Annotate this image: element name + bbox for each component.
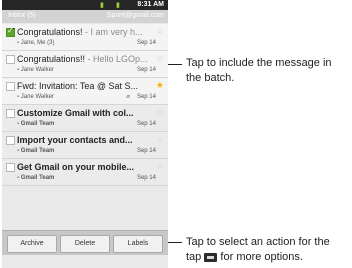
callout-text-bottom: Tap to select an action for the tap for … <box>186 235 352 265</box>
star-icon[interactable]: ☆ <box>156 107 164 118</box>
list-item[interactable]: Congratulations!! - Hello LGOp... ☆ Jane… <box>2 51 168 78</box>
callout-line: tap for more options. <box>186 250 352 265</box>
message-date: Sep 14 <box>136 40 156 46</box>
list-item[interactable]: Fwd: Invitation: Tea @ Sat S... ★ Jane W… <box>2 78 168 105</box>
delete-button[interactable]: Delete <box>60 235 110 253</box>
star-icon[interactable]: ☆ <box>156 26 164 37</box>
select-checkbox[interactable] <box>6 26 15 37</box>
select-checkbox[interactable] <box>6 109 15 118</box>
select-checkbox[interactable] <box>6 55 15 64</box>
account-email: Sprint@gmail.com <box>106 12 164 19</box>
labels-button[interactable]: Labels <box>113 235 163 253</box>
message-subject: Customize Gmail with col... <box>17 108 134 118</box>
message-subject: Congratulations!! - Hello LGOp... <box>17 54 147 64</box>
message-subject: Fwd: Invitation: Tea @ Sat S... <box>17 81 139 91</box>
list-item[interactable]: Customize Gmail with col... ☆ Gmail Team… <box>2 105 168 132</box>
phone-screen: ▮ ▮ 8:31 AM Inbox (5) Sprint@gmail.com C… <box>2 0 168 268</box>
list-item[interactable]: Get Gmail on your mobile... ☆ Gmail Team… <box>2 159 168 186</box>
callout-text-part: tap <box>186 251 202 263</box>
callout-text-part: for more options. <box>220 251 303 263</box>
list-item[interactable]: Congratulations! - I am very h... ☆ Jane… <box>2 24 168 51</box>
status-bar: ▮ ▮ 8:31 AM <box>2 0 168 10</box>
select-checkbox[interactable] <box>6 136 15 145</box>
inbox-title: Inbox (5) <box>8 12 36 19</box>
message-subject: Congratulations! - I am very h... <box>17 27 143 37</box>
title-bar: Inbox (5) Sprint@gmail.com <box>2 10 168 23</box>
callout-line: Tap to select an action for the <box>186 236 330 248</box>
message-sender: Gmail Team <box>17 175 55 181</box>
callout-line: the batch. <box>186 72 235 84</box>
message-date: Sep 14 <box>136 94 156 100</box>
battery-icon: ▮ <box>116 2 120 9</box>
status-time: 8:31 AM <box>137 1 164 8</box>
message-sender: Jane Walker <box>17 94 54 100</box>
message-sender: Gmail Team <box>17 148 55 154</box>
list-item[interactable]: Import your contacts and... ☆ Gmail Team… <box>2 132 168 159</box>
star-icon[interactable]: ☆ <box>156 53 164 64</box>
callout-leader-top <box>168 64 182 65</box>
star-icon[interactable]: ★ <box>156 80 164 91</box>
star-icon[interactable]: ☆ <box>156 161 164 172</box>
callout-anchor <box>13 28 14 29</box>
archive-button[interactable]: Archive <box>7 235 57 253</box>
signal-icon: ▮ <box>100 2 104 9</box>
callout-text-top: Tap to include the message in the batch. <box>186 56 352 86</box>
batch-action-bar: Archive Delete Labels <box>2 230 168 255</box>
select-checkbox[interactable] <box>6 82 15 91</box>
message-date: Sep 14 <box>136 67 156 73</box>
message-sender: Gmail Team <box>17 121 55 127</box>
message-sender: Jane Walker <box>17 67 54 73</box>
paperclip-icon: ⌀ <box>126 94 130 100</box>
message-date: Sep 14 <box>136 175 156 181</box>
message-subject: Import your contacts and... <box>17 135 133 145</box>
select-checkbox[interactable] <box>6 163 15 172</box>
callout-leader-bottom <box>168 242 182 243</box>
star-icon[interactable]: ☆ <box>156 134 164 145</box>
message-date: Sep 14 <box>136 121 156 127</box>
message-sender: Jane, Me (3) <box>17 40 55 46</box>
message-date: Sep 14 <box>136 148 156 154</box>
message-subject: Get Gmail on your mobile... <box>17 162 135 172</box>
menu-key-icon <box>204 252 218 262</box>
callout-line: Tap to include the message in <box>186 57 332 69</box>
